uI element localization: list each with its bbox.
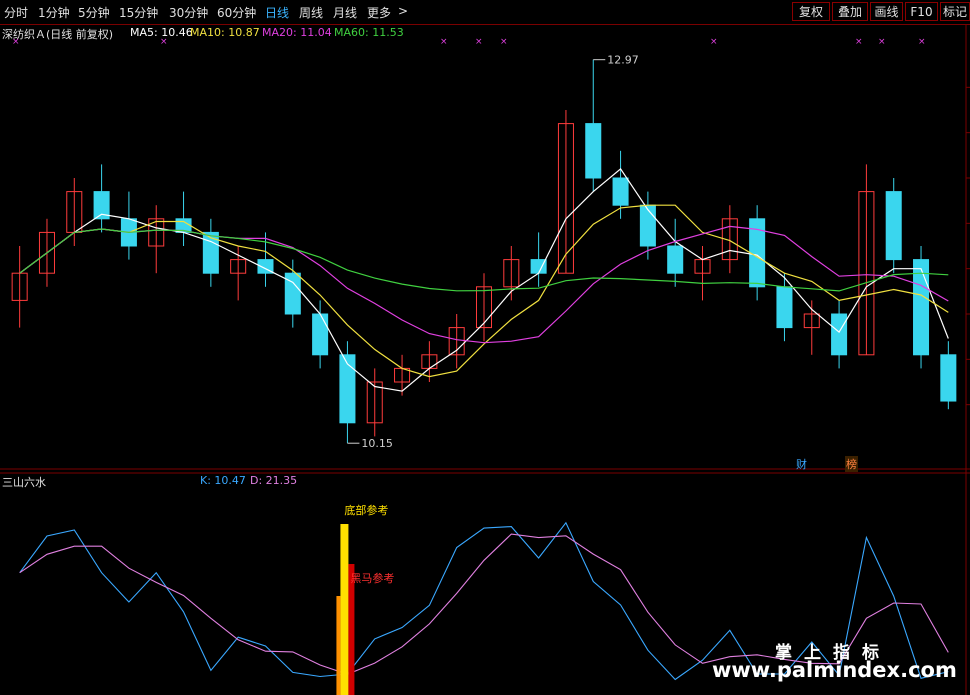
signal-x-mark: × xyxy=(918,37,926,47)
candle-body xyxy=(885,191,902,261)
restore-rights-button[interactable]: 复权 xyxy=(792,2,830,21)
draw-line-button[interactable]: 画线 xyxy=(870,2,903,21)
candle-body xyxy=(312,313,329,356)
signal-x-mark: × xyxy=(855,37,863,47)
chevron-right-icon[interactable]: > xyxy=(398,4,408,18)
indicator-name: 三山六水 xyxy=(2,476,46,489)
bottom-reference-bar xyxy=(340,524,349,695)
darkhorse-reference-label: 黑马参考 xyxy=(350,571,394,585)
kline-chart[interactable]: × × × × × × × × × 12.97 10.15 底部参考 黑马参考 xyxy=(0,24,970,695)
tab-intraday[interactable]: 分时 xyxy=(4,4,28,21)
signal-x-mark: × xyxy=(878,37,886,47)
candlestick-series xyxy=(11,59,957,444)
tab-more[interactable]: 更多 xyxy=(367,4,391,21)
chart-grid xyxy=(0,24,970,695)
candle-body xyxy=(940,354,957,402)
bottom-reference-bar xyxy=(336,596,341,695)
mark-button[interactable]: 标记 xyxy=(940,2,970,21)
candle-body xyxy=(667,245,684,274)
tab-5min[interactable]: 5分钟 xyxy=(78,4,110,21)
finance-badge[interactable]: 财 xyxy=(795,456,808,472)
candle-body xyxy=(339,354,356,424)
bottom-reference-label: 底部参考 xyxy=(344,503,388,517)
candle-body xyxy=(612,177,629,206)
tab-monthly[interactable]: 月线 xyxy=(333,4,357,21)
period-toolbar: 分时 1分钟 5分钟 15分钟 30分钟 60分钟 日线 周线 月线 更多 > … xyxy=(0,0,970,25)
ranking-badge[interactable]: 榜 xyxy=(845,456,858,472)
d-value: D: 21.35 xyxy=(250,474,298,487)
signal-x-mark: × xyxy=(440,37,448,47)
signal-x-mark: × xyxy=(160,37,168,47)
tab-weekly[interactable]: 周线 xyxy=(299,4,323,21)
high-price-label: 12.97 xyxy=(607,54,639,67)
watermark-url: www.palmindex.com xyxy=(712,658,957,682)
candle-body xyxy=(585,123,602,179)
tab-30min[interactable]: 30分钟 xyxy=(169,4,208,21)
price-annotations: 12.97 10.15 xyxy=(347,54,639,450)
tab-1min[interactable]: 1分钟 xyxy=(38,4,70,21)
signal-x-mark: × xyxy=(500,37,508,47)
overlay-button[interactable]: 叠加 xyxy=(832,2,868,21)
tab-15min[interactable]: 15分钟 xyxy=(119,4,158,21)
signal-x-mark: × xyxy=(475,37,483,47)
signal-marks: × × × × × × × × × xyxy=(12,37,926,47)
candle-body xyxy=(831,313,848,356)
low-price-label: 10.15 xyxy=(361,437,393,450)
signal-x-mark: × xyxy=(12,37,20,47)
k-value: K: 10.47 xyxy=(200,474,246,487)
candle-body xyxy=(639,204,656,247)
f10-button[interactable]: F10 xyxy=(905,2,938,21)
candle-body xyxy=(202,231,219,274)
tab-60min[interactable]: 60分钟 xyxy=(217,4,256,21)
tab-daily[interactable]: 日线 xyxy=(265,4,289,21)
signal-x-mark: × xyxy=(710,37,718,47)
candle-body xyxy=(776,286,793,329)
indicator-labels: 底部参考 黑马参考 xyxy=(344,503,394,585)
